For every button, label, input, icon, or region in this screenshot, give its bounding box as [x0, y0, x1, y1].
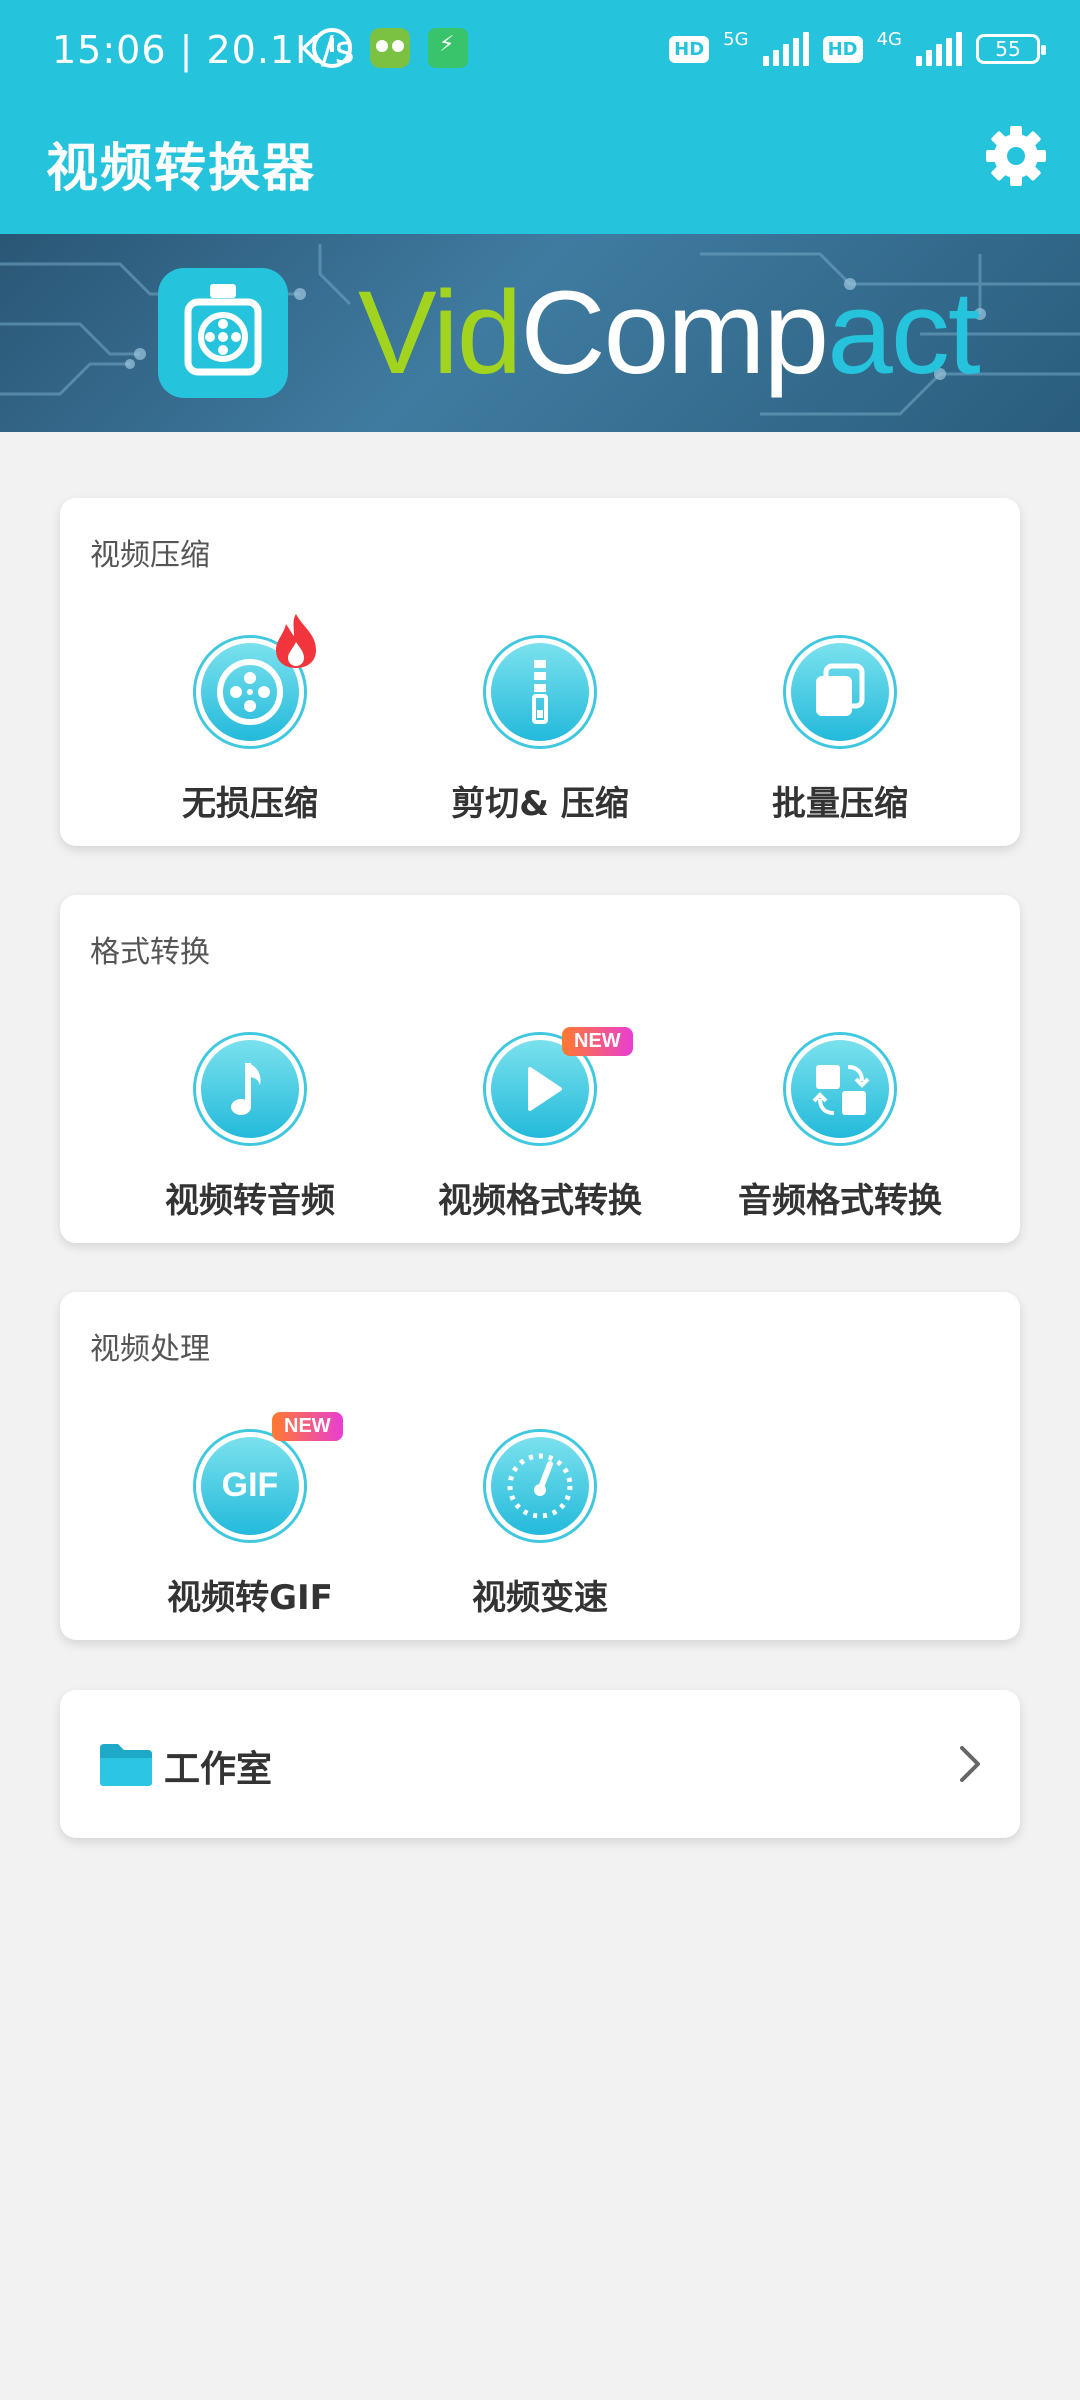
- tool-video-speed[interactable]: 视频变速: [390, 1432, 690, 1619]
- folder-icon: [98, 1740, 154, 1792]
- tool-lossless-compress[interactable]: 无损压缩: [100, 614, 400, 825]
- hd-badge: HD: [669, 35, 710, 63]
- stack-icon: [786, 638, 894, 746]
- new-badge: NEW: [562, 1027, 633, 1056]
- fire-icon: [272, 612, 320, 674]
- gif-icon-text: GIF: [221, 1466, 279, 1504]
- vidcompact-logo-icon: [158, 268, 288, 398]
- tool-cut-compress[interactable]: 剪切& 压缩: [390, 638, 690, 825]
- chevron-right-icon: [956, 1742, 984, 1790]
- network-type: 4G: [876, 28, 902, 50]
- convert-icon: [786, 1035, 894, 1143]
- status-notification-icons: [312, 28, 468, 68]
- status-time: 15:06 | 20.1K/s: [52, 28, 356, 72]
- alarm-icon: [312, 28, 352, 68]
- tool-label: 批量压缩: [772, 784, 908, 824]
- gear-icon[interactable]: [984, 124, 1048, 188]
- gif-icon: GIF: [196, 1432, 304, 1540]
- section-title: 视频处理: [90, 1332, 210, 1367]
- signal-icon: [916, 32, 962, 66]
- new-badge: NEW: [272, 1412, 343, 1441]
- tool-label: 视频格式转换: [438, 1181, 642, 1221]
- tool-audio-format-convert[interactable]: 音频格式转换: [690, 1035, 990, 1222]
- tool-label: 剪切& 压缩: [451, 784, 629, 824]
- zip-icon: [486, 638, 594, 746]
- tool-label: 音频格式转换: [738, 1181, 942, 1221]
- section-video-compress: 视频压缩 无损压缩 剪切& 压缩 批量压缩: [60, 498, 1020, 846]
- app-header: 15:06 | 20.1K/s HD 5G HD 4G 55 视频转换器: [0, 0, 1080, 234]
- banner-word-comp: Comp: [520, 267, 829, 399]
- tool-label: 视频变速: [472, 1578, 608, 1618]
- page-title: 视频转换器: [46, 139, 317, 199]
- status-bar: 15:06 | 20.1K/s HD 5G HD 4G 55: [0, 0, 1080, 104]
- section-format-convert: 格式转换 视频转音频 NEW 视频格式转换 音频格式转换: [60, 895, 1020, 1243]
- battery-icon: 55: [976, 34, 1046, 64]
- tool-label: 视频转GIF: [167, 1578, 333, 1618]
- hd-badge: HD: [822, 35, 863, 63]
- tool-label: 无损压缩: [182, 784, 318, 824]
- shield-icon: [428, 28, 468, 68]
- speedometer-icon: [486, 1432, 594, 1540]
- studio-label: 工作室: [164, 1749, 273, 1790]
- owl-app-icon: [370, 28, 410, 68]
- tool-video-to-gif[interactable]: GIF NEW 视频转GIF: [100, 1412, 400, 1619]
- signal-icon: [762, 32, 809, 66]
- tool-batch-compress[interactable]: 批量压缩: [690, 638, 990, 825]
- tool-label: 视频转音频: [165, 1181, 335, 1221]
- banner-word-vid: Vid: [358, 267, 522, 399]
- music-note-icon: [196, 1035, 304, 1143]
- banner-logo-text: VidCompact: [358, 267, 981, 399]
- promo-banner[interactable]: VidCompact: [0, 234, 1080, 432]
- section-title: 视频压缩: [90, 538, 210, 573]
- network-type: 5G: [723, 28, 749, 50]
- section-video-process: 视频处理 GIF NEW 视频转GIF 视频变速: [60, 1292, 1020, 1640]
- banner-word-act: act: [827, 267, 980, 399]
- tool-video-format-convert[interactable]: NEW 视频格式转换: [390, 1027, 690, 1222]
- tool-video-to-audio[interactable]: 视频转音频: [100, 1035, 400, 1222]
- studio-row[interactable]: 工作室: [60, 1690, 1020, 1838]
- status-system-icons: HD 5G HD 4G 55: [669, 28, 1046, 66]
- section-title: 格式转换: [90, 935, 210, 970]
